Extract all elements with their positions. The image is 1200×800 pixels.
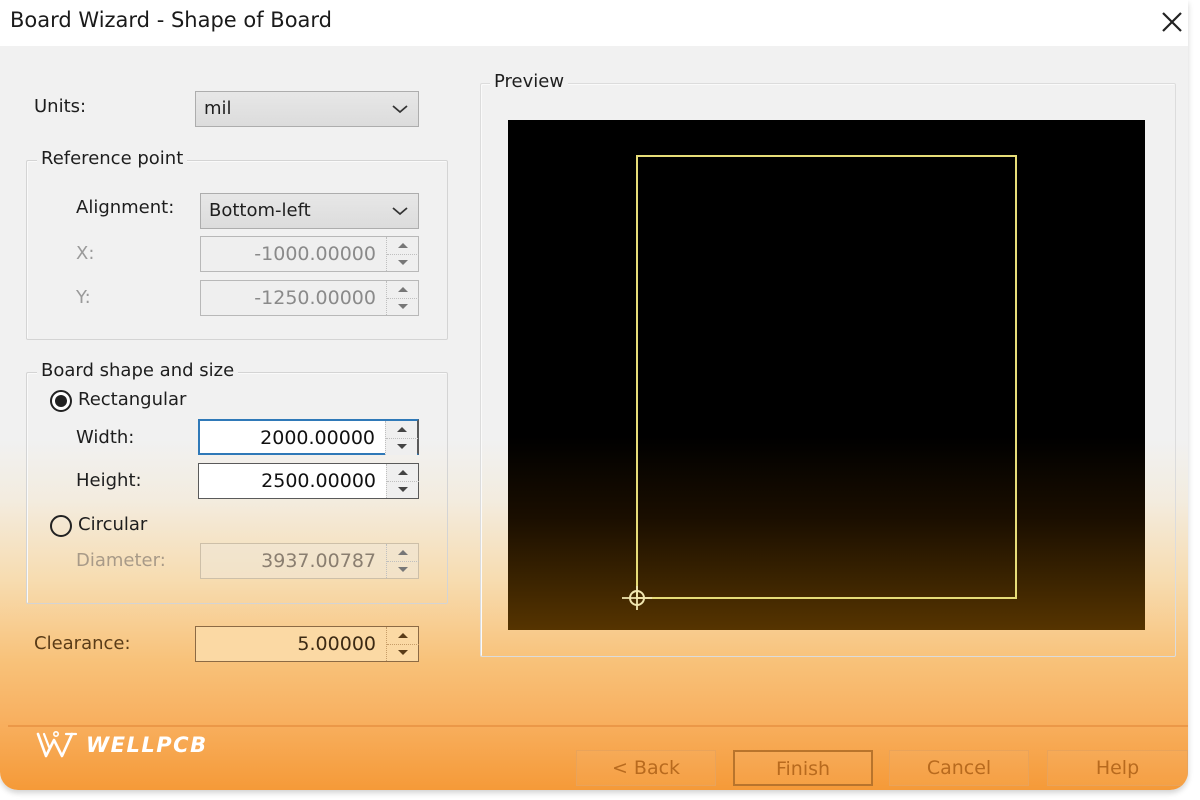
rectangular-radio[interactable]: [50, 390, 72, 412]
width-label: Width:: [76, 427, 135, 448]
x-decrement: [387, 254, 419, 271]
height-increment[interactable]: [387, 464, 419, 481]
diameter-increment: [387, 544, 419, 561]
units-value: mil: [204, 98, 232, 119]
chevron-down-icon: [392, 105, 408, 114]
back-button[interactable]: < Back: [576, 750, 716, 786]
preview-drawing: [622, 155, 1017, 610]
reference-point-title: Reference point: [37, 148, 188, 169]
y-value: -1250.00000: [254, 287, 376, 309]
height-spinbox[interactable]: 2500.00000: [198, 463, 419, 499]
wellpcb-logo-icon: [36, 730, 78, 758]
diameter-value: 3937.00787: [261, 550, 376, 572]
y-decrement: [387, 298, 419, 315]
clearance-spin-arrows: [386, 627, 419, 661]
clearance-decrement[interactable]: [387, 644, 419, 661]
alignment-value: Bottom-left: [209, 200, 311, 221]
board-outline: [636, 155, 1017, 599]
close-button[interactable]: [1156, 6, 1188, 38]
clearance-input[interactable]: 5.00000: [196, 627, 384, 661]
diameter-decrement: [387, 561, 419, 578]
diameter-label: Diameter:: [76, 550, 166, 571]
height-spin-arrows: [386, 464, 419, 498]
arrow-down-icon: [398, 650, 408, 655]
arrow-up-icon: [398, 470, 408, 475]
width-spinbox[interactable]: 2000.00000: [198, 419, 419, 455]
x-value: -1000.00000: [254, 243, 376, 265]
y-label: Y:: [76, 287, 91, 308]
board-wizard-dialog: Board Wizard - Shape of Board Units: mil…: [0, 0, 1188, 790]
preview-canvas: [508, 120, 1145, 630]
width-increment[interactable]: [386, 421, 418, 438]
clearance-spinbox[interactable]: 5.00000: [195, 626, 419, 662]
arrow-up-icon: [398, 633, 408, 638]
arrow-up-icon: [398, 287, 408, 292]
height-label: Height:: [76, 470, 142, 491]
arrow-down-icon: [397, 444, 407, 449]
help-button[interactable]: Help: [1047, 750, 1188, 786]
arrow-down-icon: [398, 304, 408, 309]
arrow-down-icon: [398, 260, 408, 265]
height-decrement[interactable]: [387, 481, 419, 498]
chevron-down-icon: [392, 207, 408, 216]
cancel-button[interactable]: Cancel: [889, 750, 1029, 786]
units-dropdown[interactable]: mil: [195, 91, 419, 127]
arrow-up-icon: [397, 427, 407, 432]
width-spin-arrows: [385, 421, 418, 455]
width-decrement[interactable]: [386, 438, 418, 455]
x-spin-arrows: [386, 237, 419, 271]
wellpcb-logo: WELLPCB: [36, 730, 208, 760]
alignment-label: Alignment:: [76, 197, 175, 218]
window-title: Board Wizard - Shape of Board: [10, 8, 333, 32]
arrow-up-icon: [398, 550, 408, 555]
y-increment: [387, 281, 419, 298]
circular-radio[interactable]: [50, 515, 72, 537]
x-spinbox: -1000.00000: [200, 236, 419, 272]
units-label: Units:: [34, 96, 87, 117]
title-bar: Board Wizard - Shape of Board: [0, 0, 1188, 46]
diameter-spinbox: 3937.00787: [200, 543, 419, 579]
finish-button[interactable]: Finish: [733, 750, 873, 786]
wellpcb-logo-text: WELLPCB: [86, 733, 208, 757]
preview-title: Preview: [490, 71, 569, 92]
x-increment: [387, 237, 419, 254]
clearance-increment[interactable]: [387, 627, 419, 644]
clearance-label: Clearance:: [34, 633, 131, 654]
circular-label: Circular: [78, 514, 148, 535]
footer-divider: [8, 725, 1188, 727]
width-input[interactable]: 2000.00000: [200, 421, 383, 455]
close-icon: [1162, 12, 1182, 32]
arrow-down-icon: [398, 567, 408, 572]
y-spinbox: -1250.00000: [200, 280, 419, 316]
board-shape-title: Board shape and size: [37, 360, 239, 381]
y-spin-arrows: [386, 281, 419, 315]
x-label: X:: [76, 243, 95, 264]
rectangular-label: Rectangular: [78, 389, 187, 410]
crosshair-icon: [622, 586, 652, 610]
height-input[interactable]: 2500.00000: [199, 464, 384, 498]
diameter-spin-arrows: [386, 544, 419, 578]
arrow-down-icon: [398, 487, 408, 492]
alignment-dropdown[interactable]: Bottom-left: [200, 193, 419, 229]
arrow-up-icon: [398, 243, 408, 248]
